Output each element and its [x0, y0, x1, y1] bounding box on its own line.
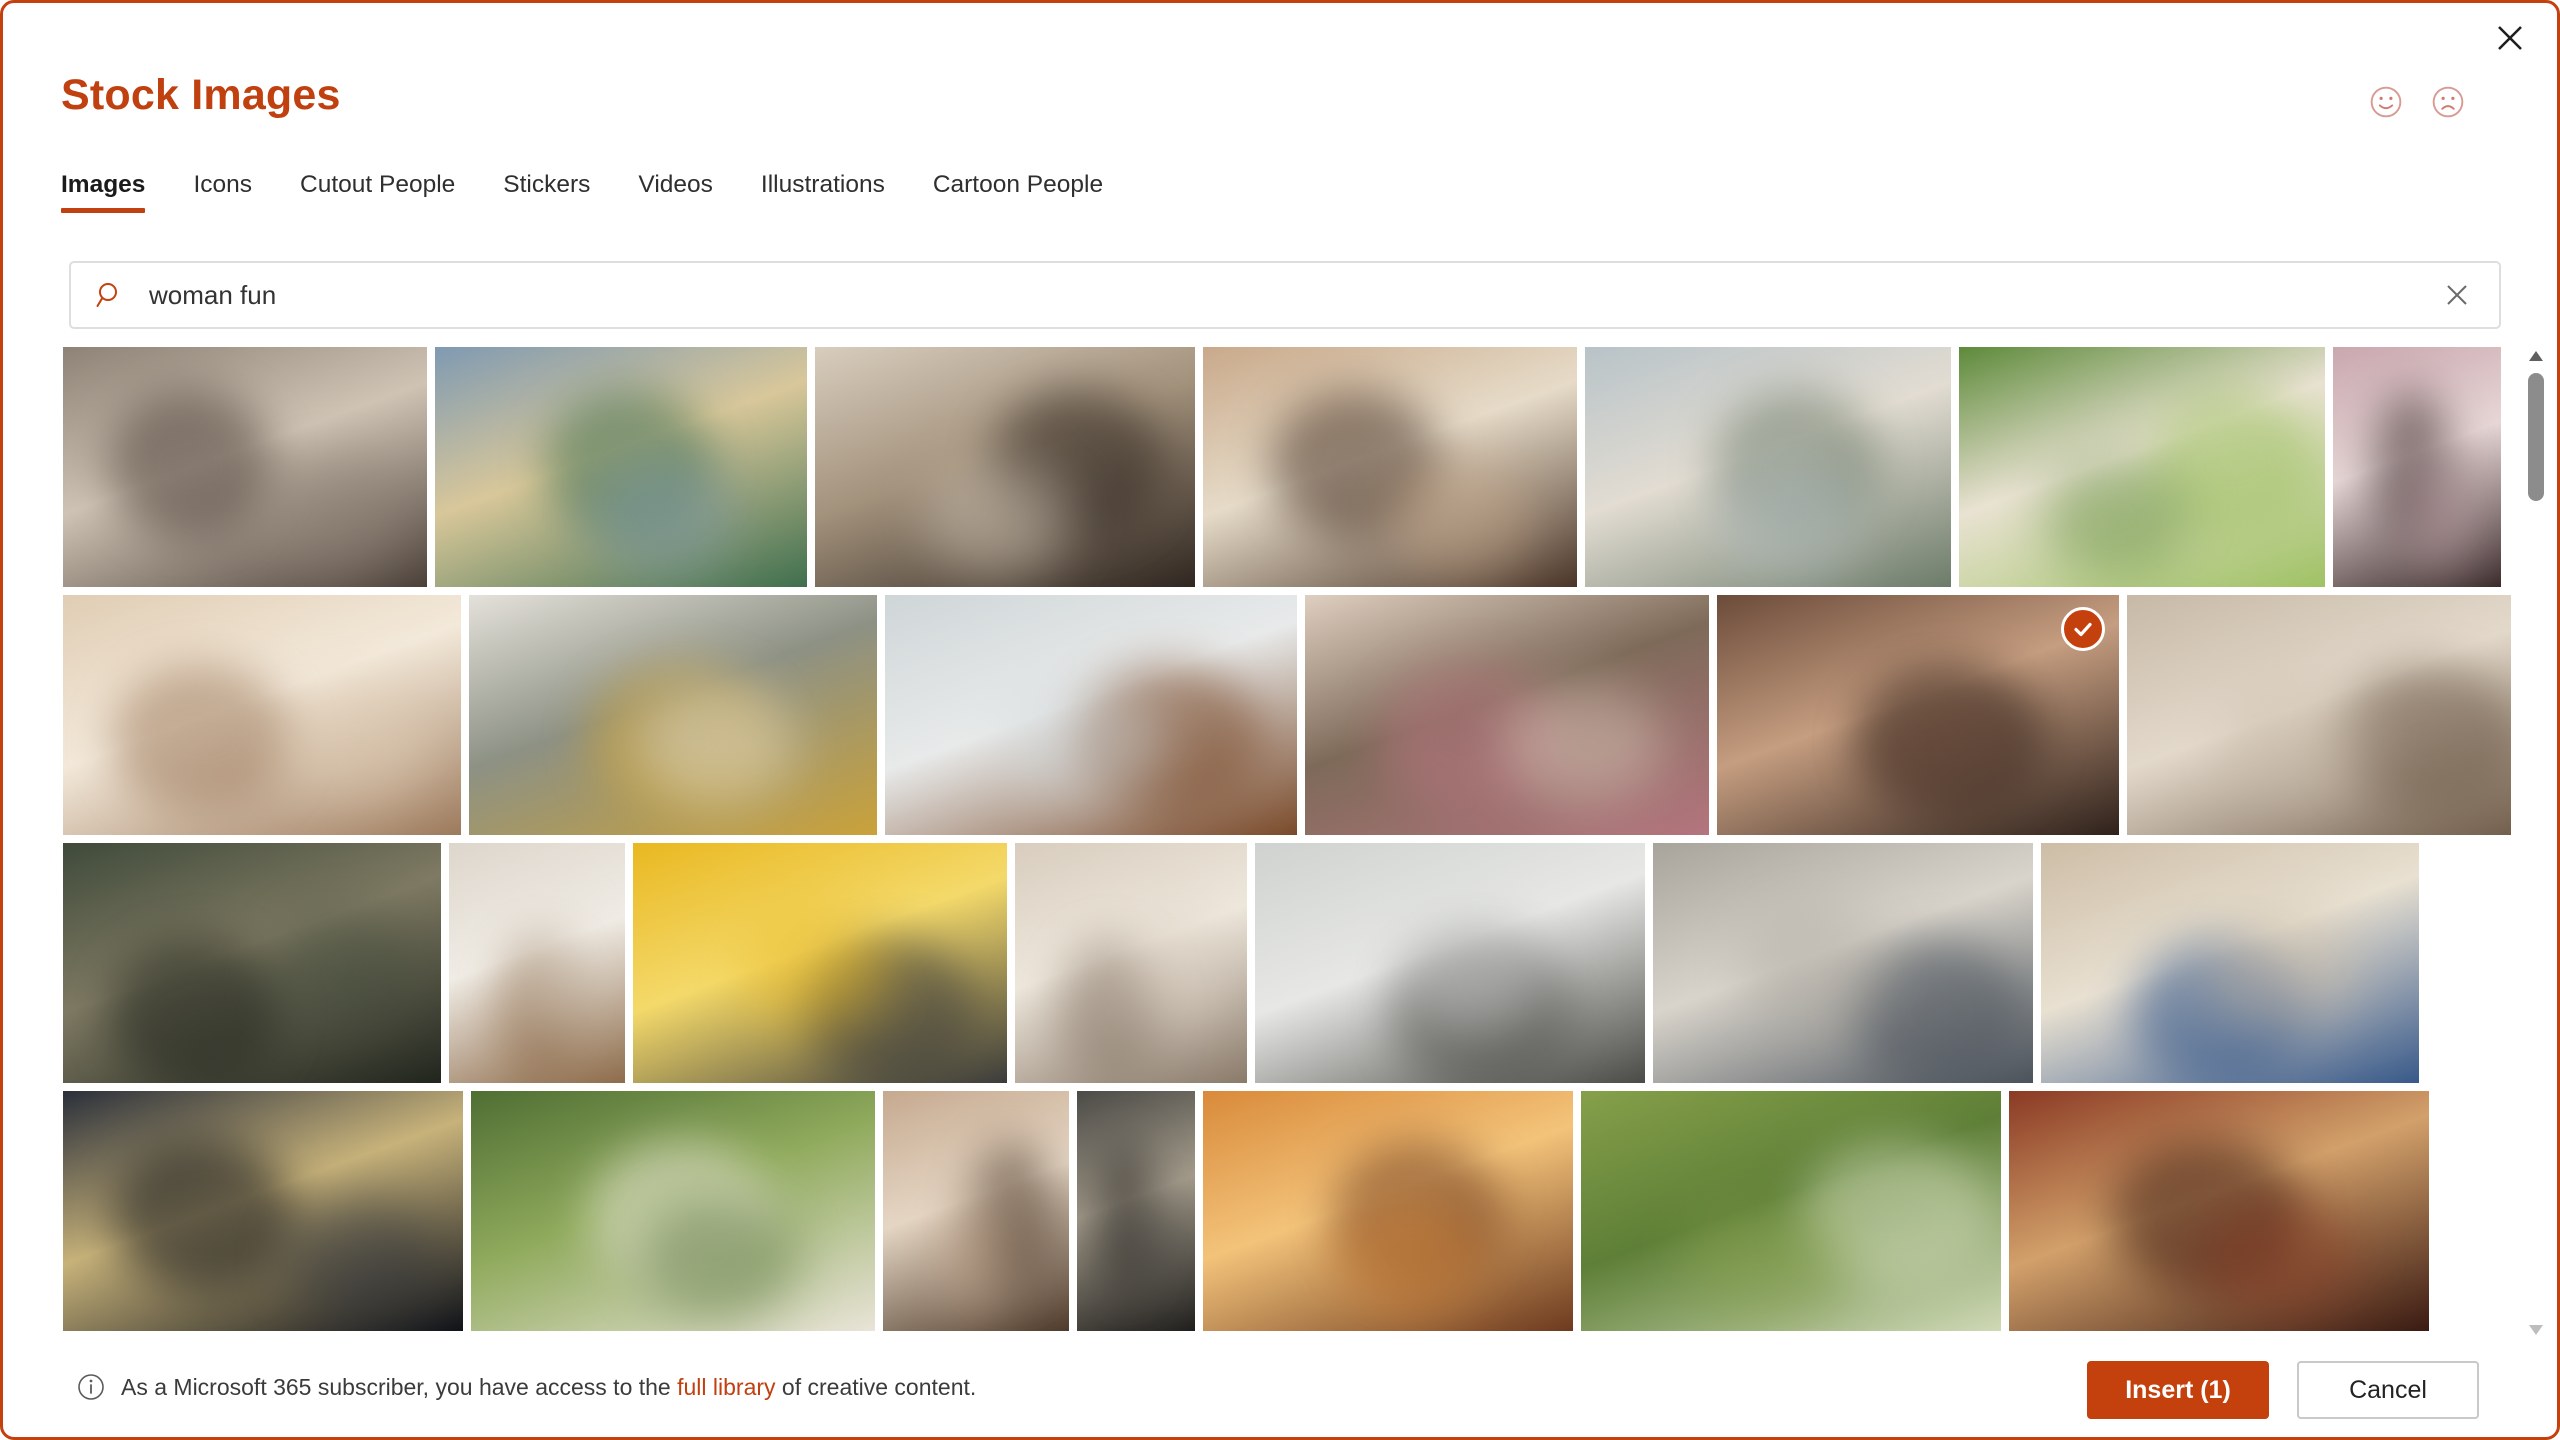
image-tile[interactable] — [63, 1091, 463, 1331]
thumbnail-highlight — [1861, 683, 2023, 804]
thumbnail-highlight — [1677, 1199, 1846, 1319]
note-suffix: of creative content. — [775, 1373, 977, 1400]
image-tile[interactable] — [1653, 843, 2033, 1083]
search-input[interactable] — [147, 278, 2427, 312]
info-icon — [78, 1374, 104, 1400]
image-results-row — [63, 595, 2511, 835]
thumbnail-highlight — [1502, 683, 1665, 804]
thumbnail-highlight — [106, 390, 275, 539]
image-tile[interactable] — [815, 347, 1195, 587]
thumbnail-highlight — [935, 1199, 1010, 1319]
image-tile[interactable] — [63, 347, 427, 587]
image-tile[interactable] — [885, 595, 1297, 835]
image-tile[interactable] — [1581, 1091, 2001, 1331]
page-title: Stock Images — [61, 71, 341, 119]
image-tile[interactable] — [633, 843, 1007, 1083]
search-icon[interactable] — [95, 280, 125, 310]
tab-cartoon-people[interactable]: Cartoon People — [933, 171, 1103, 219]
image-tile[interactable] — [63, 595, 461, 835]
thumbnail-highlight — [1740, 910, 1893, 1031]
image-results-row — [63, 843, 2511, 1083]
image-tile[interactable] — [1959, 347, 2325, 587]
thumbnail-highlight — [921, 457, 1074, 578]
thumbnail-highlight — [2193, 1199, 2362, 1319]
feedback-group — [2369, 85, 2465, 119]
image-tile[interactable] — [1203, 1091, 1573, 1331]
image-results-grid — [63, 347, 2511, 1345]
thumbnail-highlight — [111, 1141, 295, 1291]
image-results-row — [63, 347, 2511, 587]
thumbnail-highlight — [2043, 457, 2190, 578]
close-icon[interactable] — [2479, 9, 2541, 67]
thumbnail-highlight — [1000, 683, 1166, 804]
full-library-link[interactable]: full library — [677, 1374, 775, 1400]
category-tabs: Images Icons Cutout People Stickers Vide… — [61, 171, 1151, 219]
image-results-row — [63, 1091, 2511, 1331]
image-tile[interactable] — [1015, 843, 1247, 1083]
subscriber-note: As a Microsoft 365 subscriber, you have … — [77, 1373, 976, 1401]
image-tile[interactable] — [2009, 1091, 2429, 1331]
stock-images-dialog: Stock Images Images Icons Cutout People … — [0, 0, 2560, 1440]
tab-cutout-people[interactable]: Cutout People — [300, 171, 455, 219]
dialog-footer: As a Microsoft 365 subscriber, you have … — [3, 1345, 2557, 1437]
image-tile[interactable] — [1077, 1091, 1195, 1331]
scrollbar-thumb[interactable] — [2528, 373, 2544, 501]
thumbnail-highlight — [737, 910, 888, 1031]
image-tile[interactable] — [1305, 595, 1709, 835]
scroll-up-arrow-icon[interactable] — [2523, 343, 2549, 369]
image-tile[interactable] — [435, 347, 807, 587]
results-scrollbar[interactable] — [2523, 343, 2549, 1343]
tab-icons[interactable]: Icons — [193, 171, 252, 219]
thumbnail-highlight — [1386, 457, 1536, 578]
dialog-header: Stock Images Images Icons Cutout People … — [3, 3, 2557, 329]
tab-stickers[interactable]: Stickers — [503, 171, 590, 219]
selected-check-icon[interactable] — [2061, 607, 2105, 651]
thumbnail-highlight — [277, 683, 438, 804]
thumbnail-highlight — [2219, 683, 2381, 804]
image-tile[interactable] — [2127, 595, 2511, 835]
tab-images[interactable]: Images — [61, 171, 146, 219]
thumbnail-highlight — [110, 664, 294, 814]
cancel-button[interactable]: Cancel — [2297, 1361, 2479, 1419]
thumbnail-highlight — [1128, 910, 1222, 1031]
scrollbar-track[interactable] — [2523, 369, 2549, 1317]
thumbnail-highlight — [2406, 457, 2475, 578]
tab-illustrations[interactable]: Illustrations — [761, 171, 885, 219]
thumbnail-highlight — [1134, 1199, 1183, 1319]
note-prefix: As a Microsoft 365 subscriber, you have … — [121, 1373, 678, 1400]
thumbnail-highlight — [1336, 1199, 1485, 1319]
image-tile[interactable] — [2333, 347, 2501, 587]
clear-icon[interactable] — [2427, 265, 2487, 325]
scroll-down-arrow-icon[interactable] — [2523, 1317, 2549, 1343]
image-tile[interactable] — [469, 595, 877, 835]
thumbnail-highlight — [521, 910, 592, 1031]
image-tile[interactable] — [2041, 843, 2419, 1083]
insert-button[interactable]: Insert (1) — [2087, 1361, 2269, 1419]
search-bar — [69, 261, 2501, 329]
thumbnail-highlight — [267, 910, 419, 1031]
image-tile[interactable] — [1255, 843, 1645, 1083]
footer-buttons: Insert (1) Cancel — [2087, 1361, 2479, 1419]
thumbnail-highlight — [636, 1199, 799, 1319]
image-tile[interactable] — [471, 1091, 875, 1331]
image-tile[interactable] — [883, 1091, 1069, 1331]
feedback-happy-icon[interactable] — [2369, 85, 2403, 119]
feedback-sad-icon[interactable] — [2431, 85, 2465, 119]
thumbnail-highlight — [587, 457, 737, 578]
note-text: As a Microsoft 365 subscriber, you have … — [121, 1374, 976, 1401]
thumbnail-highlight — [1395, 910, 1552, 1031]
thumbnail-highlight — [636, 683, 800, 804]
thumbnail-highlight — [279, 1199, 439, 1319]
thumbnail-highlight — [2207, 910, 2359, 1031]
image-tile[interactable] — [1203, 347, 1577, 587]
image-tile[interactable] — [63, 843, 441, 1083]
thumbnail-highlight — [259, 457, 406, 578]
image-tile[interactable] — [1585, 347, 1951, 587]
thumbnail-highlight — [108, 939, 283, 1083]
thumbnail-highlight — [1716, 457, 1864, 578]
image-tile[interactable] — [449, 843, 625, 1083]
tab-videos[interactable]: Videos — [638, 171, 712, 219]
image-tile-selected[interactable] — [1717, 595, 2119, 835]
